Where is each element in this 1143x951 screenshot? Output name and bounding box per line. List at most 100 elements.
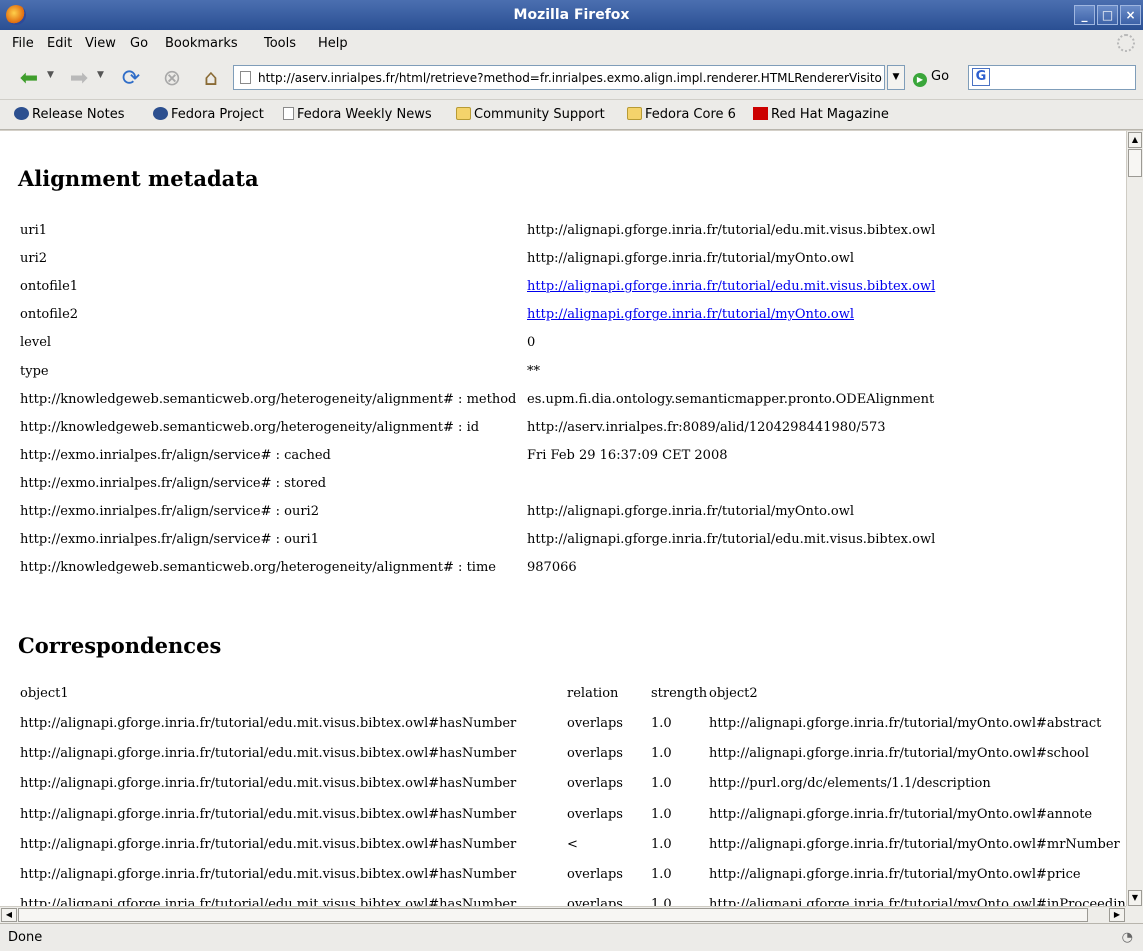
cell-strength: 1.0	[651, 746, 672, 762]
status-text: Done	[8, 930, 43, 945]
metadata-value: 0	[527, 335, 536, 351]
bookmark-fedora-weekly-news[interactable]: Fedora Weekly News	[283, 107, 432, 122]
metadata-value: **	[527, 363, 540, 379]
forward-icon[interactable]: ➡	[66, 66, 92, 92]
metadata-key: level	[20, 335, 52, 351]
url-history-dropdown-icon[interactable]: ▼	[887, 65, 905, 90]
scroll-left-icon[interactable]: ◀	[1, 908, 17, 922]
bookmark-fedora-core-6[interactable]: Fedora Core 6	[627, 107, 736, 122]
back-dropdown-icon[interactable]: ▼	[47, 70, 54, 80]
cell-object2: http://alignapi.gforge.inria.fr/tutorial…	[709, 806, 1093, 822]
scroll-down-icon[interactable]: ▼	[1128, 890, 1142, 906]
go-label: Go	[931, 69, 950, 84]
cell-object2: http://alignapi.gforge.inria.fr/tutorial…	[709, 716, 1102, 731]
cell-object1: http://alignapi.gforge.inria.fr/tutorial…	[20, 836, 517, 852]
metadata-value: es.upm.fi.dia.ontology.semanticmapper.pr…	[527, 391, 935, 407]
metadata-value: Fri Feb 29 16:37:09 CET 2008	[527, 447, 728, 463]
close-icon[interactable]: ×	[1120, 5, 1141, 25]
cell-object1: http://alignapi.gforge.inria.fr/tutorial…	[20, 776, 517, 792]
column-header-object2: object2	[709, 686, 758, 701]
window-title: Mozilla Firefox	[513, 7, 630, 23]
bookmark-fedora-project[interactable]: Fedora Project	[153, 107, 264, 122]
metadata-row: http://exmo.inrialpes.fr/align/service# …	[20, 476, 1120, 496]
correspondence-row: http://alignapi.gforge.inria.fr/tutorial…	[20, 897, 1126, 906]
correspondence-row: http://alignapi.gforge.inria.fr/tutorial…	[20, 716, 1126, 736]
window-titlebar: Mozilla Firefox _ □ ×	[0, 0, 1143, 30]
metadata-value: 987066	[527, 560, 577, 576]
menu-bookmarks[interactable]: Bookmarks	[165, 36, 238, 51]
metadata-row: type **	[20, 364, 1120, 384]
metadata-key: ontofile1	[20, 279, 79, 295]
scroll-up-icon[interactable]: ▲	[1128, 132, 1142, 148]
metadata-row: uri1 http://alignapi.gforge.inria.fr/tuto…	[20, 223, 1120, 243]
cell-object1: http://alignapi.gforge.inria.fr/tutorial…	[20, 897, 517, 906]
metadata-key: ontofile2	[20, 307, 79, 323]
metadata-value: http://alignapi.gforge.inria.fr/tutorial…	[527, 251, 854, 267]
cell-strength: 1.0	[651, 716, 672, 731]
bookmark-red-hat-magazine[interactable]: Red Hat Magazine	[753, 107, 889, 122]
page-icon	[283, 107, 294, 120]
metadata-row: uri2 http://alignapi.gforge.inria.fr/tuto…	[20, 251, 1120, 271]
url-input[interactable]	[258, 68, 883, 87]
cell-relation: overlaps	[567, 867, 623, 882]
reload-icon[interactable]: ⟳	[118, 66, 144, 92]
metadata-value-link[interactable]: http://alignapi.gforge.inria.fr/tutorial…	[527, 279, 935, 294]
go-icon: ▶	[913, 73, 927, 87]
correspondences-header-row: object1 relation strength object2	[20, 686, 1126, 706]
metadata-key: uri1	[20, 223, 48, 238]
fedora-icon	[14, 107, 29, 120]
google-icon[interactable]: G	[972, 68, 990, 86]
vertical-scroll-thumb[interactable]	[1128, 149, 1142, 177]
horizontal-scroll-thumb[interactable]	[18, 908, 1088, 922]
minimize-icon[interactable]: _	[1074, 5, 1095, 25]
cell-object2: http://alignapi.gforge.inria.fr/tutorial…	[709, 746, 1090, 762]
page-icon	[240, 71, 251, 84]
maximize-icon[interactable]: □	[1097, 5, 1118, 25]
cell-relation: overlaps	[567, 746, 623, 762]
forward-dropdown-icon[interactable]: ▼	[97, 70, 104, 80]
metadata-row: http://exmo.inrialpes.fr/align/service# …	[20, 532, 1120, 552]
vertical-scrollbar[interactable]: ▲ ▼	[1126, 131, 1143, 906]
metadata-value-link[interactable]: http://alignapi.gforge.inria.fr/tutorial…	[527, 307, 854, 322]
scroll-right-icon[interactable]: ▶	[1109, 908, 1125, 922]
cell-object1: http://alignapi.gforge.inria.fr/tutorial…	[20, 867, 517, 882]
metadata-key: http://exmo.inrialpes.fr/align/service# …	[20, 504, 319, 519]
cell-object1: http://alignapi.gforge.inria.fr/tutorial…	[20, 806, 517, 822]
cell-strength: 1.0	[651, 836, 672, 852]
cell-object2: http://alignapi.gforge.inria.fr/tutorial…	[709, 836, 1120, 852]
metadata-heading: Alignment metadata	[18, 166, 259, 191]
back-icon[interactable]: ⬅	[16, 66, 42, 92]
metadata-value: http://alignapi.gforge.inria.fr/tutorial…	[527, 223, 936, 238]
bookmark-community-support[interactable]: Community Support	[456, 107, 605, 122]
menu-go[interactable]: Go	[130, 36, 148, 51]
go-button[interactable]: ▶ Go	[913, 69, 949, 87]
home-icon[interactable]: ⌂	[198, 66, 224, 92]
metadata-key: http://exmo.inrialpes.fr/align/service# …	[20, 475, 327, 491]
metadata-row: http://knowledgeweb.semanticweb.org/hete…	[20, 392, 1120, 412]
fedora-icon	[153, 107, 168, 120]
correspondences-heading: Correspondences	[18, 633, 222, 658]
metadata-row: http://exmo.inrialpes.fr/align/service# …	[20, 448, 1120, 468]
cell-relation: overlaps	[567, 716, 623, 731]
column-header-object1: object1	[20, 686, 69, 701]
menu-edit[interactable]: Edit	[47, 36, 72, 51]
cell-object1: http://alignapi.gforge.inria.fr/tutorial…	[20, 746, 517, 762]
metadata-key: type	[20, 363, 49, 379]
redhat-icon	[753, 107, 768, 120]
metadata-row: http://knowledgeweb.semanticweb.org/hete…	[20, 420, 1120, 440]
menu-tools[interactable]: Tools	[264, 36, 296, 51]
metadata-value: http://alignapi.gforge.inria.fr/tutorial…	[527, 504, 854, 519]
cell-relation: overlaps	[567, 806, 623, 822]
horizontal-scrollbar[interactable]: ◀ ▶	[0, 906, 1126, 923]
bookmark-release-notes[interactable]: Release Notes	[14, 107, 124, 122]
search-field[interactable]: G	[968, 65, 1136, 90]
menu-file[interactable]: File	[12, 36, 34, 51]
stop-icon[interactable]: ⊗	[159, 66, 185, 92]
cell-relation: overlaps	[567, 776, 623, 792]
menu-view[interactable]: View	[85, 36, 116, 51]
throbber-icon	[1117, 34, 1135, 52]
cell-relation: <	[567, 836, 578, 852]
metadata-row: http://knowledgeweb.semanticweb.org/hete…	[20, 560, 1120, 580]
url-bar[interactable]	[233, 65, 885, 90]
menu-help[interactable]: Help	[318, 36, 348, 51]
